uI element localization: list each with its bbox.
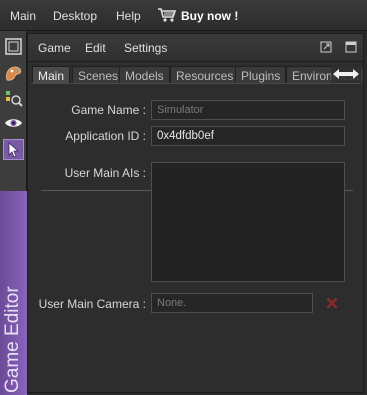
main-tab-content: Game Name : Simulator Application ID : 0… [31,83,361,390]
tab-scroll-arrows-icon[interactable] [331,65,361,83]
tab-resources[interactable]: Resources [170,66,240,83]
view-tool-button[interactable] [3,113,24,134]
tab-models[interactable]: Models [119,66,170,83]
buy-now-label: Buy now ! [181,9,239,23]
maximize-icon[interactable] [345,41,357,53]
user-main-ais-list[interactable] [151,162,345,282]
menu-main[interactable]: Main [10,9,36,23]
tab-scenes[interactable]: Scenes [72,66,125,83]
menu-desktop[interactable]: Desktop [53,9,97,23]
window-toggle-button[interactable] [3,36,24,57]
user-main-camera-label: User Main Camera : [38,297,146,311]
tab-bar: Main Scenes Models Resources Plugins Env… [32,66,363,83]
menu-settings[interactable]: Settings [124,41,167,55]
menu-game[interactable]: Game [38,41,71,55]
game-editor-panel: Game Edit Settings Main Scenes Models Re… [27,33,364,393]
game-editor-vertical-label: Game Editor [0,191,27,395]
menu-help[interactable]: Help [116,9,141,23]
cursor-icon [8,142,20,158]
clear-camera-icon[interactable] [325,296,339,310]
game-name-input[interactable]: Simulator [151,100,345,120]
game-editor-label: Game Editor [2,286,23,393]
palette-tool-button[interactable] [3,63,24,84]
menu-edit[interactable]: Edit [85,41,106,55]
inspect-tool-button[interactable] [3,88,24,109]
tab-plugins[interactable]: Plugins [235,66,287,83]
top-menu-bar: Main Desktop Help Buy now ! [0,0,367,31]
application-id-label: Application ID : [65,129,146,143]
cart-icon [158,8,177,22]
user-main-ais-label: User Main AIs : [64,166,146,180]
left-toolbar: Game Editor [0,31,27,395]
user-main-camera-input[interactable]: None. [151,293,313,313]
tab-main[interactable]: Main [32,66,71,83]
palette-icon [6,66,22,81]
inspect-icon [6,91,23,107]
game-editor-button[interactable] [3,139,24,160]
game-name-label: Game Name : [71,103,146,117]
detach-icon[interactable] [320,41,332,53]
application-id-input[interactable]: 0x4dfdb0ef [151,126,345,146]
panel-menu-bar: Game Edit Settings [28,34,363,62]
eye-icon [5,119,22,127]
window-icon [5,38,22,55]
